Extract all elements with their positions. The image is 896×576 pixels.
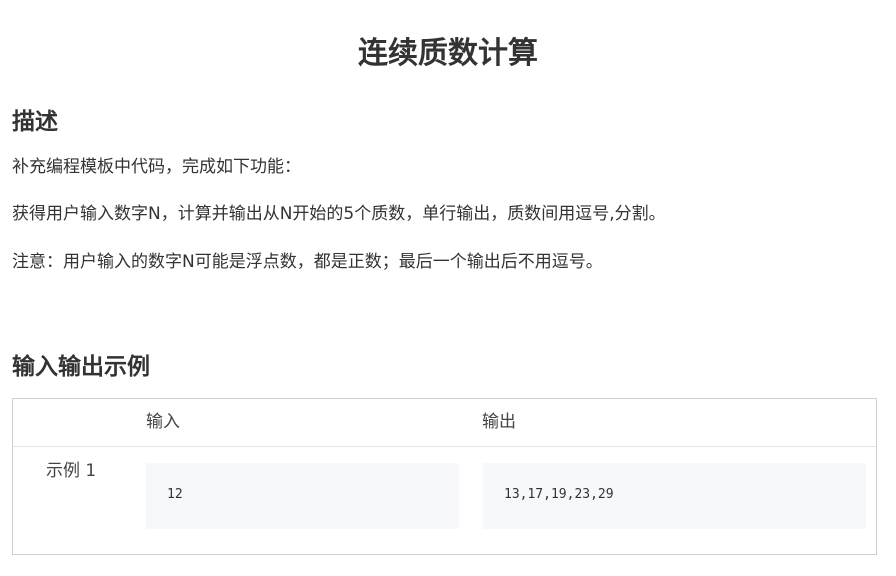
example-input-box[interactable]: 12 [146,463,459,529]
example-input-value: 12 [167,487,183,502]
example-output-value: 13,17,19,23,29 [504,487,614,502]
description-paragraph-1: 补充编程模板中代码，完成如下功能： [12,157,301,177]
description-heading: 描述 [12,109,58,135]
description-paragraph-2: 获得用户输入数字N，计算并输出从N开始的5个质数，单行输出，质数间用逗号,分割。 [12,204,666,224]
input-column-header: 输入 [146,412,180,432]
example-label: 示例 1 [46,461,97,481]
examples-table-header: 输入 输出 [13,399,876,447]
output-column-header: 输出 [482,412,516,432]
examples-table: 输入 输出 示例 1 12 13,17,19,23,29 [12,398,877,555]
page-title: 连续质数计算 [358,36,538,71]
description-paragraph-3: 注意：用户输入的数字N可能是浮点数，都是正数；最后一个输出后不用逗号。 [12,252,603,272]
examples-heading: 输入输出示例 [12,354,150,380]
example-output-box[interactable]: 13,17,19,23,29 [483,463,866,529]
